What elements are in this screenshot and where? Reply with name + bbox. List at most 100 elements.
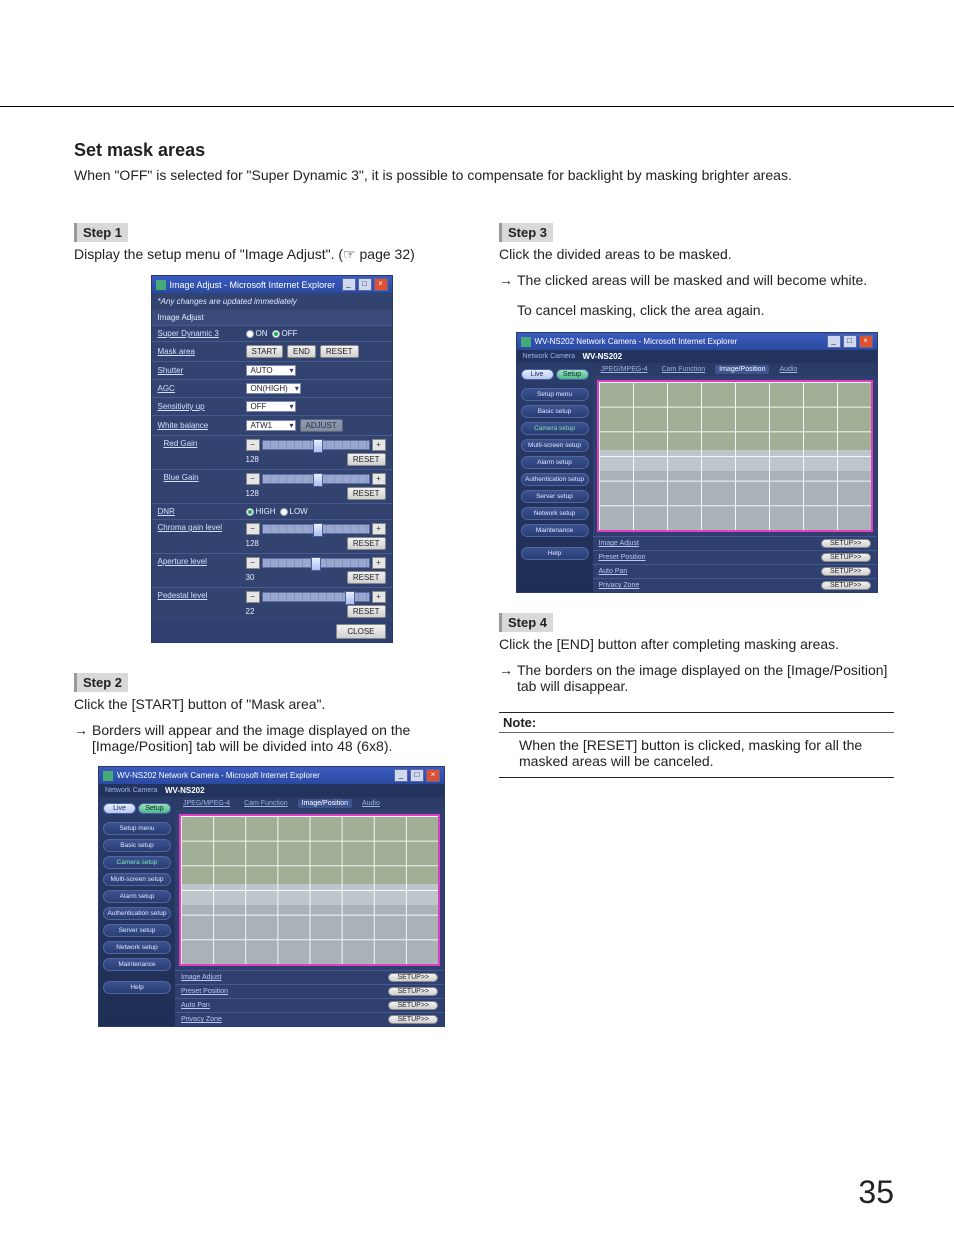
tab-cam-func[interactable]: Cam Function bbox=[658, 365, 710, 374]
setup-btn-1[interactable]: SETUP>> bbox=[388, 973, 438, 982]
link-image-adjust[interactable]: Image Adjust bbox=[181, 974, 388, 981]
blue-gain-slider[interactable] bbox=[262, 474, 370, 484]
blue-gain-reset[interactable]: RESET bbox=[347, 487, 386, 500]
dnr-high-radio[interactable]: HIGH bbox=[246, 507, 276, 516]
chroma-slider[interactable] bbox=[262, 524, 370, 534]
setup-btn-3[interactable]: SETUP>> bbox=[388, 1001, 438, 1010]
live-button[interactable]: Live bbox=[103, 803, 136, 814]
side-alarm[interactable]: Alarm setup bbox=[521, 456, 589, 469]
link-privacy-zone[interactable]: Privacy Zone bbox=[181, 1016, 388, 1023]
blue-gain-label[interactable]: Blue Gain bbox=[158, 473, 246, 500]
chroma-label[interactable]: Chroma gain level bbox=[158, 523, 246, 550]
camui-max[interactable]: □ bbox=[843, 335, 857, 348]
side-network[interactable]: Network setup bbox=[521, 507, 589, 520]
pedestal-reset[interactable]: RESET bbox=[347, 605, 386, 618]
minimize-button[interactable]: _ bbox=[342, 278, 356, 291]
live-button[interactable]: Live bbox=[521, 369, 554, 380]
mask-end-button[interactable]: END bbox=[287, 345, 316, 358]
sensitivity-label[interactable]: Sensitivity up bbox=[158, 402, 246, 411]
setup-btn-2[interactable]: SETUP>> bbox=[821, 553, 871, 562]
shutter-label[interactable]: Shutter bbox=[158, 366, 246, 375]
chroma-reset[interactable]: RESET bbox=[347, 537, 386, 550]
side-auth[interactable]: Authentication setup bbox=[103, 907, 171, 920]
setup-btn-3[interactable]: SETUP>> bbox=[821, 567, 871, 576]
side-multi[interactable]: Multi-screen setup bbox=[521, 439, 589, 452]
mask-area-label[interactable]: Mask area bbox=[158, 347, 246, 356]
side-help[interactable]: Help bbox=[103, 981, 171, 994]
setup-btn-4[interactable]: SETUP>> bbox=[388, 1015, 438, 1024]
side-multi[interactable]: Multi-screen setup bbox=[103, 873, 171, 886]
setup-btn-4[interactable]: SETUP>> bbox=[821, 581, 871, 590]
tab-cam-func[interactable]: Cam Function bbox=[240, 799, 292, 808]
dnr-label[interactable]: DNR bbox=[158, 507, 246, 516]
setup-button[interactable]: Setup bbox=[556, 369, 589, 380]
sd3-off-radio[interactable]: OFF bbox=[272, 329, 298, 338]
aperture-plus[interactable]: + bbox=[372, 557, 386, 569]
dialog-close-button[interactable]: CLOSE bbox=[336, 624, 385, 639]
camui-min[interactable]: _ bbox=[394, 769, 408, 782]
link-auto-pan[interactable]: Auto Pan bbox=[599, 568, 821, 575]
camui-min[interactable]: _ bbox=[827, 335, 841, 348]
shutter-select[interactable]: AUTO bbox=[246, 365, 296, 376]
aperture-label[interactable]: Aperture level bbox=[158, 557, 246, 584]
aperture-slider[interactable] bbox=[262, 558, 370, 568]
side-basic[interactable]: Basic setup bbox=[103, 839, 171, 852]
agc-select[interactable]: ON(HIGH) bbox=[246, 383, 301, 394]
side-help[interactable]: Help bbox=[521, 547, 589, 560]
aperture-reset[interactable]: RESET bbox=[347, 571, 386, 584]
setup-button[interactable]: Setup bbox=[138, 803, 171, 814]
agc-label[interactable]: AGC bbox=[158, 384, 246, 393]
sd3-on-radio[interactable]: ON bbox=[246, 329, 268, 338]
wb-adjust-button[interactable]: ADJUST bbox=[300, 419, 343, 432]
side-camera[interactable]: Camera setup bbox=[521, 422, 589, 435]
side-network[interactable]: Network setup bbox=[103, 941, 171, 954]
link-image-adjust[interactable]: Image Adjust bbox=[599, 540, 821, 547]
blue-gain-plus[interactable]: + bbox=[372, 473, 386, 485]
sd3-label[interactable]: Super Dynamic 3 bbox=[158, 329, 246, 338]
aperture-minus[interactable]: − bbox=[246, 557, 260, 569]
setup-btn-2[interactable]: SETUP>> bbox=[388, 987, 438, 996]
side-alarm[interactable]: Alarm setup bbox=[103, 890, 171, 903]
tab-jpeg[interactable]: JPEG/MPEG-4 bbox=[179, 799, 234, 808]
setup-btn-1[interactable]: SETUP>> bbox=[821, 539, 871, 548]
dnr-low-radio[interactable]: LOW bbox=[280, 507, 308, 516]
side-setup-menu[interactable]: Setup menu bbox=[103, 822, 171, 835]
side-server[interactable]: Server setup bbox=[103, 924, 171, 937]
tab-image-position[interactable]: Image/Position bbox=[298, 799, 352, 808]
tab-audio[interactable]: Audio bbox=[775, 365, 801, 374]
tab-image-position[interactable]: Image/Position bbox=[715, 365, 769, 374]
side-basic[interactable]: Basic setup bbox=[521, 405, 589, 418]
side-camera[interactable]: Camera setup bbox=[103, 856, 171, 869]
blue-gain-minus[interactable]: − bbox=[246, 473, 260, 485]
wb-label[interactable]: White balance bbox=[158, 421, 246, 430]
red-gain-label[interactable]: Red Gain bbox=[158, 439, 246, 466]
chroma-plus[interactable]: + bbox=[372, 523, 386, 535]
red-gain-minus[interactable]: − bbox=[246, 439, 260, 451]
red-gain-slider[interactable] bbox=[262, 440, 370, 450]
wb-select[interactable]: ATW1 bbox=[246, 420, 296, 431]
tab-jpeg[interactable]: JPEG/MPEG-4 bbox=[597, 365, 652, 374]
tab-audio[interactable]: Audio bbox=[358, 799, 384, 808]
side-setup-menu[interactable]: Setup menu bbox=[521, 388, 589, 401]
pedestal-minus[interactable]: − bbox=[246, 591, 260, 603]
red-gain-plus[interactable]: + bbox=[372, 439, 386, 451]
link-preset-position[interactable]: Preset Position bbox=[599, 554, 821, 561]
mask-reset-button[interactable]: RESET bbox=[320, 345, 359, 358]
pedestal-plus[interactable]: + bbox=[372, 591, 386, 603]
side-auth[interactable]: Authentication setup bbox=[521, 473, 589, 486]
link-auto-pan[interactable]: Auto Pan bbox=[181, 1002, 388, 1009]
video-grid-area[interactable] bbox=[179, 814, 440, 966]
side-maint[interactable]: Maintenance bbox=[103, 958, 171, 971]
chroma-minus[interactable]: − bbox=[246, 523, 260, 535]
camui-close[interactable]: × bbox=[859, 335, 873, 348]
video-grid-area[interactable] bbox=[597, 380, 873, 532]
side-server[interactable]: Server setup bbox=[521, 490, 589, 503]
link-privacy-zone[interactable]: Privacy Zone bbox=[599, 582, 821, 589]
camui-close[interactable]: × bbox=[426, 769, 440, 782]
sensitivity-select[interactable]: OFF bbox=[246, 401, 296, 412]
close-button[interactable]: × bbox=[374, 278, 388, 291]
maximize-button[interactable]: □ bbox=[358, 278, 372, 291]
side-maint[interactable]: Maintenance bbox=[521, 524, 589, 537]
link-preset-position[interactable]: Preset Position bbox=[181, 988, 388, 995]
pedestal-slider[interactable] bbox=[262, 592, 370, 602]
